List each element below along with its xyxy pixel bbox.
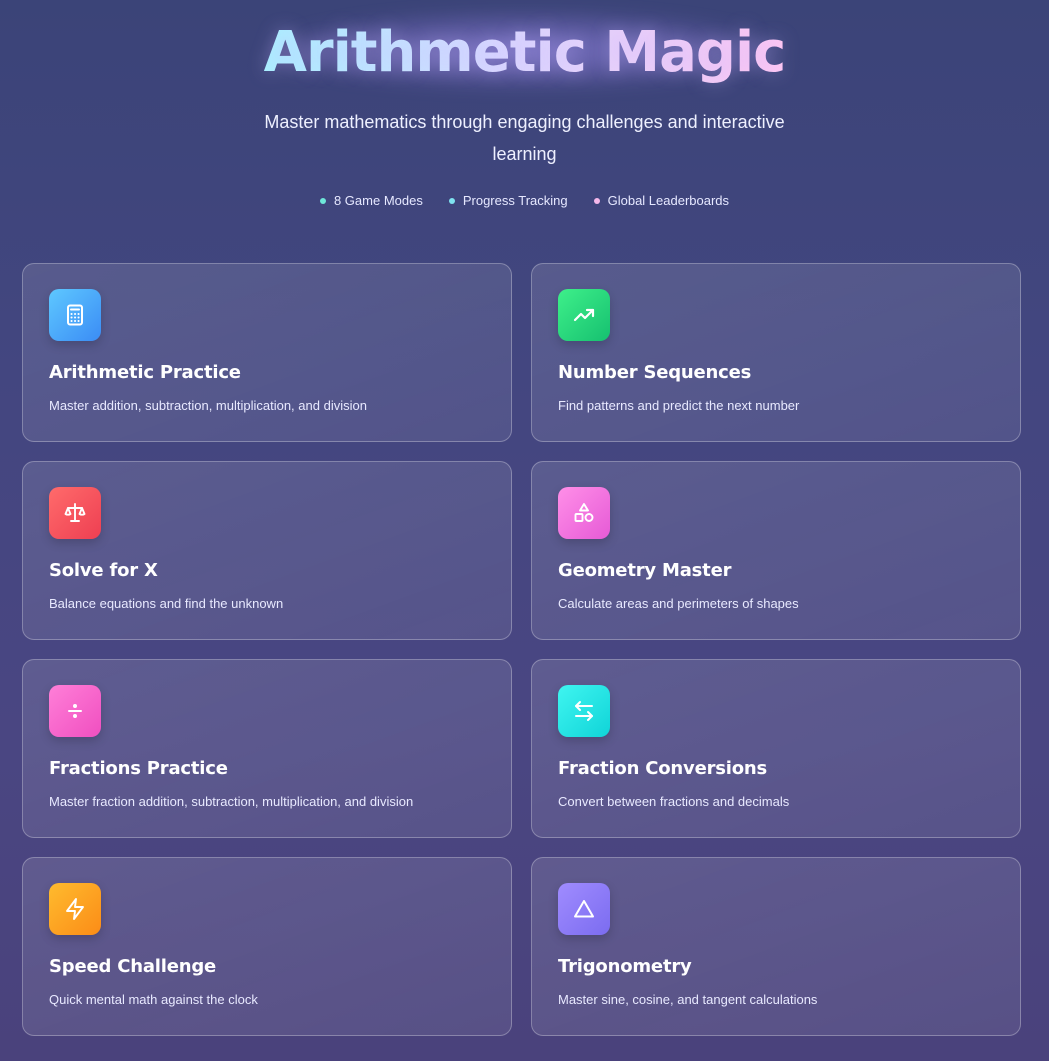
triangle-icon (558, 883, 610, 935)
card-description: Master sine, cosine, and tangent calcula… (558, 992, 818, 1007)
feature-progress-tracking: Progress Tracking (448, 193, 568, 208)
card-fractions-practice[interactable]: Fractions Practice Master fraction addit… (22, 659, 512, 838)
card-trigonometry[interactable]: Trigonometry Master sine, cosine, and ta… (531, 857, 1021, 1036)
scale-icon (49, 487, 101, 539)
card-fraction-conversions[interactable]: Fraction Conversions Convert between fra… (531, 659, 1021, 838)
card-description: Quick mental math against the clock (49, 992, 258, 1007)
bullet-dot-icon (448, 197, 455, 204)
feature-leaderboards: Global Leaderboards (593, 193, 730, 208)
card-geometry-master[interactable]: Geometry Master Calculate areas and peri… (531, 461, 1021, 640)
card-title: Fraction Conversions (558, 758, 768, 779)
card-title: Geometry Master (558, 560, 732, 581)
card-title: Speed Challenge (49, 956, 217, 977)
bullet-dot-icon (593, 197, 600, 204)
feature-game-modes: 8 Game Modes (319, 193, 423, 208)
card-title: Arithmetic Practice (49, 362, 241, 383)
feature-label: 8 Game Modes (333, 193, 423, 208)
card-solve-for-x[interactable]: Solve for X Balance equations and find t… (22, 461, 512, 640)
feature-label: Progress Tracking (462, 193, 568, 208)
page-subtitle: Master mathematics through engaging chal… (264, 112, 785, 164)
shapes-icon (558, 487, 610, 539)
card-description: Find patterns and predict the next numbe… (558, 398, 800, 413)
card-title: Fractions Practice (49, 758, 228, 779)
card-arithmetic-practice[interactable]: Arithmetic Practice Master addition, sub… (22, 263, 512, 442)
card-description: Master fraction addition, subtraction, m… (49, 794, 414, 809)
card-number-sequences[interactable]: Number Sequences Find patterns and predi… (531, 263, 1021, 442)
card-title: Trigonometry (558, 956, 692, 977)
lightning-icon (49, 883, 101, 935)
feature-list: 8 Game Modes Progress Tracking Global Le… (0, 193, 1049, 208)
arrows-exchange-icon (558, 685, 610, 737)
card-speed-challenge[interactable]: Speed Challenge Quick mental math agains… (22, 857, 512, 1036)
trending-up-icon (558, 289, 610, 341)
page-header: Arithmetic Magic Master mathematics thro… (0, 0, 1049, 240)
game-mode-grid: Arithmetic Practice Master addition, sub… (22, 263, 1021, 1036)
card-description: Convert between fractions and decimals (558, 794, 790, 809)
page-title: Arithmetic Magic (264, 18, 787, 88)
card-description: Balance equations and find the unknown (49, 596, 284, 611)
card-title: Number Sequences (558, 362, 752, 383)
feature-label: Global Leaderboards (607, 193, 730, 208)
bullet-dot-icon (319, 197, 326, 204)
calculator-icon (49, 289, 101, 341)
divide-icon (49, 685, 101, 737)
title-wrap: Arithmetic Magic (0, 18, 1049, 88)
card-description: Master addition, subtraction, multiplica… (49, 398, 367, 413)
card-description: Calculate areas and perimeters of shapes (558, 596, 799, 611)
card-title: Solve for X (49, 560, 158, 581)
